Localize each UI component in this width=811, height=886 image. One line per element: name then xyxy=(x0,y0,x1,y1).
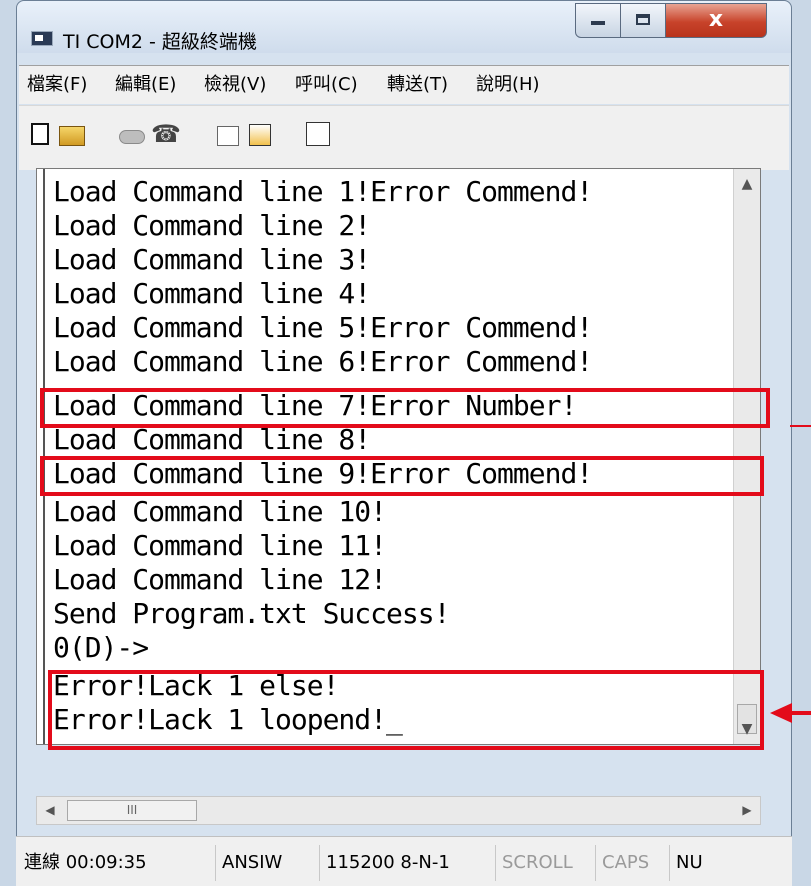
terminal-line: Load Command line 4! xyxy=(53,277,371,310)
terminal-line: Load Command line 2! xyxy=(53,209,371,242)
highlight-box-line-7 xyxy=(40,388,770,428)
status-scroll: SCROLL xyxy=(496,845,596,881)
new-file-icon[interactable] xyxy=(27,121,53,147)
title-bar[interactable]: TI COM2 - 超級終端機 x xyxy=(17,1,791,53)
minimize-button[interactable] xyxy=(575,3,621,38)
terminal-line: Load Command line 6!Error Commend! xyxy=(53,345,593,378)
menu-transfer[interactable]: 轉送(T) xyxy=(387,66,448,104)
receive-icon[interactable] xyxy=(247,121,273,147)
terminal-line: Load Command line 10! xyxy=(53,495,387,528)
terminal-prompt: 0(D)-> xyxy=(53,631,149,664)
open-folder-icon[interactable] xyxy=(59,121,85,147)
scroll-left-arrow-icon[interactable]: ◀ xyxy=(37,797,63,824)
annotation-arrow-tip xyxy=(770,703,792,723)
annotation-arrow-line xyxy=(790,711,811,715)
menu-view[interactable]: 檢視(V) xyxy=(204,66,266,104)
close-icon: x xyxy=(708,7,724,32)
status-port-settings: 115200 8-N-1 xyxy=(320,845,496,881)
terminal-line: Load Command line 12! xyxy=(53,563,387,596)
annotation-tick xyxy=(790,425,811,427)
scroll-up-arrow-icon[interactable]: ▲ xyxy=(734,173,760,195)
hang-up-icon[interactable]: ☎ xyxy=(151,121,181,147)
menu-help[interactable]: 說明(H) xyxy=(476,66,540,104)
properties-icon[interactable] xyxy=(305,121,331,147)
terminal-line: Load Command line 1!Error Commend! xyxy=(53,175,593,208)
maximize-button[interactable] xyxy=(620,3,666,38)
hyperterminal-app-icon[interactable] xyxy=(31,31,53,46)
scroll-right-arrow-icon[interactable]: ▶ xyxy=(734,797,760,824)
status-connected-time: 連線 00:09:35 xyxy=(18,845,216,881)
highlight-box-errors xyxy=(48,670,764,750)
menu-bar: 檔案(F) 編輯(E) 檢視(V) 呼叫(C) 轉送(T) 說明(H) xyxy=(19,65,789,104)
toolbar: ☎ xyxy=(19,105,789,170)
maximize-icon xyxy=(636,14,650,25)
status-bar: 連線 00:09:35 ANSIW 115200 8-N-1 SCROLL CA… xyxy=(16,836,792,886)
status-emulation: ANSIW xyxy=(216,845,320,881)
horizontal-scrollbar[interactable]: ◀ III ▶ xyxy=(36,796,761,825)
call-icon[interactable] xyxy=(119,121,145,147)
window-title: TI COM2 - 超級終端機 xyxy=(63,31,257,53)
menu-edit[interactable]: 編輯(E) xyxy=(115,66,176,104)
close-button[interactable]: x xyxy=(665,3,767,38)
highlight-box-line-9 xyxy=(40,456,764,496)
horizontal-scroll-thumb[interactable]: III xyxy=(67,800,197,821)
send-icon[interactable] xyxy=(215,121,241,147)
terminal-line: Load Command line 3! xyxy=(53,243,371,276)
menu-file[interactable]: 檔案(F) xyxy=(27,66,87,104)
minimize-icon xyxy=(591,21,605,25)
terminal-line: Send Program.txt Success! xyxy=(53,597,450,630)
terminal-line: Load Command line 5!Error Commend! xyxy=(53,311,593,344)
terminal-line: Load Command line 8! xyxy=(53,423,371,456)
status-num: NU xyxy=(676,852,703,873)
terminal-line: Load Command line 11! xyxy=(53,529,387,562)
status-caps: CAPS xyxy=(596,845,670,881)
menu-call[interactable]: 呼叫(C) xyxy=(295,66,358,104)
